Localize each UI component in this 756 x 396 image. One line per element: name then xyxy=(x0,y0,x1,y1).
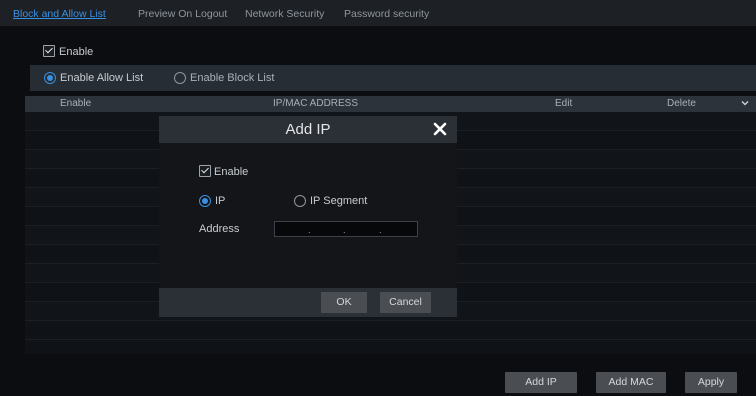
add-ip-dialog: Add IP Enable IP IP Segment Address . . … xyxy=(159,116,457,317)
enable-block-list-label: Enable Block List xyxy=(190,72,275,84)
column-header-delete: Delete xyxy=(667,98,696,109)
dialog-footer: OK Cancel xyxy=(159,288,457,317)
address-input[interactable]: . . . xyxy=(274,221,418,237)
list-mode-bar: Enable Allow List Enable Block List xyxy=(30,65,756,91)
chevron-down-icon[interactable] xyxy=(740,98,750,108)
address-separator: . xyxy=(379,225,382,235)
dialog-enable-checkbox[interactable] xyxy=(199,165,211,177)
enable-label: Enable xyxy=(59,46,94,58)
tab-preview-on-logout[interactable]: Preview On Logout xyxy=(138,8,227,20)
tab-network-security[interactable]: Network Security xyxy=(245,8,324,20)
table-row[interactable] xyxy=(25,321,756,340)
address-label: Address xyxy=(199,223,240,235)
ip-segment-type-label: IP Segment xyxy=(310,195,368,207)
column-header-edit: Edit xyxy=(555,98,573,109)
close-icon[interactable] xyxy=(433,122,447,136)
tab-password-security[interactable]: Password security xyxy=(344,8,429,20)
enable-allow-list-label: Enable Allow List xyxy=(60,72,144,84)
cancel-button[interactable]: Cancel xyxy=(380,292,431,313)
ip-type-radio[interactable] xyxy=(199,195,211,207)
apply-button[interactable]: Apply xyxy=(685,372,737,393)
column-header-address: IP/MAC ADDRESS xyxy=(273,98,359,109)
add-mac-button[interactable]: Add MAC xyxy=(596,372,666,393)
dialog-title: Add IP xyxy=(285,121,331,138)
tab-block-and-allow-list[interactable]: Block and Allow List xyxy=(13,8,106,20)
address-separator: . xyxy=(343,225,346,235)
column-header-enable: Enable xyxy=(60,98,92,109)
dialog-header: Add IP xyxy=(159,116,457,143)
ok-button[interactable]: OK xyxy=(321,292,367,313)
dialog-enable-label: Enable xyxy=(214,166,249,178)
tab-bar: Block and Allow List Preview On Logout N… xyxy=(0,0,756,26)
address-separator: . xyxy=(308,225,311,235)
enable-block-list-radio[interactable] xyxy=(174,72,186,84)
ip-segment-type-radio[interactable] xyxy=(294,195,306,207)
table-header: Enable IP/MAC ADDRESS Edit Delete xyxy=(25,96,756,112)
add-ip-button[interactable]: Add IP xyxy=(505,372,577,393)
enable-allow-list-radio[interactable] xyxy=(44,72,56,84)
ip-type-label: IP xyxy=(215,195,226,207)
enable-checkbox[interactable] xyxy=(43,45,55,57)
